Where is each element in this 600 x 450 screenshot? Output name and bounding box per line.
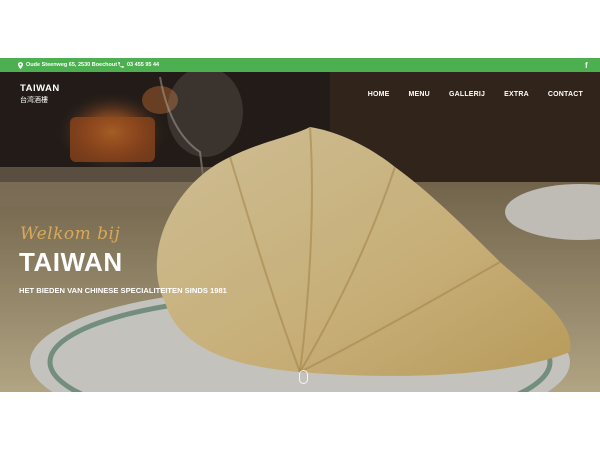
contact-bar: Oude Steenweg 65, 2530 Boechout 03 455 9…	[0, 58, 600, 72]
nav-home[interactable]: HOME	[368, 91, 390, 98]
phone[interactable]: 03 455 95 44	[118, 58, 159, 72]
bottom-margin	[0, 392, 600, 450]
site-logo[interactable]: TAIWAN 台湾酒樓	[20, 83, 60, 105]
logo-name: TAIWAN	[20, 83, 60, 94]
nav-gallerij[interactable]: GALLERIJ	[449, 91, 485, 98]
address-text: Oude Steenweg 65, 2530 Boechout	[26, 62, 118, 68]
logo-chinese: 台湾酒樓	[20, 96, 48, 104]
address: Oude Steenweg 65, 2530 Boechout	[18, 58, 117, 72]
scroll-mouse-icon[interactable]	[299, 370, 308, 384]
top-margin	[0, 0, 600, 58]
nav-contact[interactable]: CONTACT	[548, 91, 583, 98]
hero-subtitle: HET BIEDEN VAN CHINESE SPECIALITEITEN SI…	[19, 286, 227, 295]
facebook-icon[interactable]: f	[585, 58, 588, 72]
nav-menu[interactable]: MENU	[409, 91, 430, 98]
hero-title: TAIWAN	[19, 247, 123, 277]
nav-extra[interactable]: EXTRA	[504, 91, 529, 98]
phone-icon	[118, 62, 124, 68]
hero-welcome: Welkom bij	[20, 224, 121, 244]
phone-text: 03 455 95 44	[127, 62, 160, 68]
main-nav: HOME MENU GALLERIJ EXTRA CONTACT	[349, 91, 583, 98]
map-pin-icon	[18, 61, 23, 69]
